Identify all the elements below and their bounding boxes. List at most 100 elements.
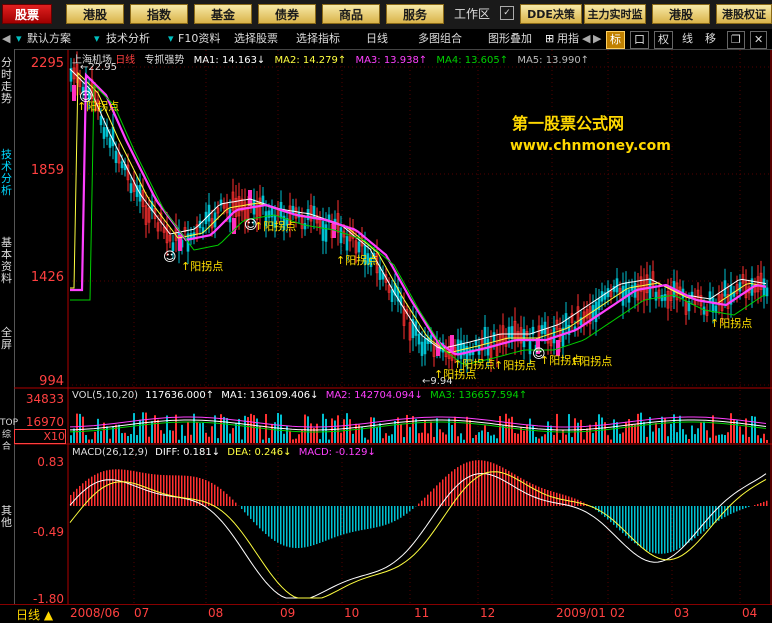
volume-bar	[619, 434, 621, 443]
volume-bar	[652, 432, 654, 443]
macd-bar	[745, 506, 747, 508]
move-icon[interactable]: 移	[705, 31, 716, 47]
macd-bar	[277, 506, 279, 543]
main-force-button[interactable]: 主力实时监	[584, 4, 646, 24]
hk-warrant-button[interactable]: 港股权证	[716, 4, 772, 24]
candle-body	[505, 337, 507, 347]
menu-daily[interactable]: 日线	[366, 31, 388, 47]
macd-axis-label: -0.49	[10, 525, 64, 539]
macd-bar	[379, 506, 381, 527]
volume-bar	[682, 429, 684, 443]
candle-body	[202, 228, 204, 233]
volume-bar	[640, 413, 642, 443]
volume-bar	[655, 423, 657, 443]
service-button[interactable]: 服务	[386, 4, 444, 24]
volume-bar	[541, 436, 543, 443]
candle-body	[205, 212, 207, 224]
macd-bar	[760, 503, 762, 506]
volume-bar	[481, 430, 483, 443]
menu-overlay[interactable]: 图形叠加	[488, 31, 532, 47]
macd-bar	[460, 465, 462, 506]
stock-tab-button[interactable]: 股票	[2, 4, 52, 24]
candle-body	[727, 294, 729, 308]
close-icon[interactable]: ✕	[750, 31, 767, 49]
sidebar-tab-fullscreen[interactable]: 全屏	[0, 327, 13, 351]
volume-bar	[115, 425, 117, 443]
candle-body	[583, 312, 585, 325]
candle-body	[445, 348, 447, 357]
frame-icon[interactable]: 口	[630, 31, 649, 49]
workspace-toggle-icon[interactable]: ✓	[500, 6, 514, 20]
candle-body	[604, 293, 606, 300]
menu-use-indicator[interactable]: 用指	[557, 31, 579, 47]
macd-bar	[421, 501, 423, 506]
volume-bar	[133, 413, 135, 443]
volume-bar	[688, 439, 690, 443]
macd-bar	[175, 475, 177, 506]
fund-button[interactable]: 基金	[194, 4, 252, 24]
volume-bar	[265, 414, 267, 443]
macd-bar	[655, 506, 657, 553]
menu-dropdown-icon[interactable]: ▾	[94, 31, 100, 47]
macd-bar	[181, 476, 183, 506]
volume-bar	[352, 434, 354, 443]
menu-select-indicator[interactable]: 选择指标	[296, 31, 340, 47]
volume-bar	[454, 417, 456, 443]
hk-stock-button-2[interactable]: 港股	[652, 4, 710, 24]
candle-body	[358, 242, 360, 252]
candle-body	[187, 234, 189, 251]
index-button[interactable]: 指数	[130, 4, 188, 24]
restore-icon[interactable]: ❐	[727, 31, 745, 49]
menu-default-scheme[interactable]: 默认方案	[27, 31, 71, 47]
formula-icon[interactable]: ⊞	[545, 31, 554, 47]
menu-right-arrow-icon[interactable]: ▶	[593, 31, 601, 47]
vol-axis-label: 34833	[10, 392, 64, 406]
volume-bar	[175, 415, 177, 443]
mark-icon[interactable]: 标	[606, 31, 625, 49]
bond-button[interactable]: 债券	[258, 4, 316, 24]
volume-bar	[208, 437, 210, 443]
volume-bar	[340, 433, 342, 443]
menu-technical-analysis[interactable]: 技术分析	[106, 31, 150, 47]
macd-bar	[553, 492, 555, 506]
hk-stock-button[interactable]: 港股	[66, 4, 124, 24]
candle-body	[79, 78, 81, 87]
volume-bar	[526, 424, 528, 443]
rights-icon[interactable]: 权	[654, 31, 673, 49]
volume-bar	[631, 424, 633, 443]
menu-multi-chart[interactable]: 多图组合	[418, 31, 462, 47]
menu-select-stock[interactable]: 选择股票	[234, 31, 278, 47]
candle-body	[760, 273, 762, 289]
dde-button[interactable]: DDE决策	[520, 4, 582, 24]
volume-bar	[409, 427, 411, 443]
menu-dropdown-icon[interactable]: ▾	[168, 31, 174, 47]
chart-area[interactable]	[0, 0, 772, 622]
menu-f10[interactable]: F10资料	[178, 31, 220, 47]
macd-bar	[730, 506, 732, 514]
menu-arrow-icon[interactable]: ◀	[2, 31, 10, 47]
candle-body	[694, 296, 696, 304]
candle-body	[325, 225, 327, 242]
period-tab[interactable]: 日线 ▲	[16, 606, 53, 623]
macd-bar	[679, 506, 681, 548]
candle-body	[352, 228, 354, 238]
menu-dropdown-icon[interactable]: ▾	[16, 31, 22, 47]
macd-bar	[85, 481, 87, 506]
workspace-label[interactable]: 工作区	[454, 4, 490, 24]
macd-bar	[115, 469, 117, 506]
macd-bar	[412, 506, 414, 509]
macd-bar	[202, 479, 204, 506]
volume-bar	[577, 423, 579, 443]
candle-body	[262, 196, 264, 206]
volume-bar	[94, 432, 96, 443]
macd-bar	[367, 506, 369, 529]
commodity-button[interactable]: 商品	[322, 4, 380, 24]
candle-body	[394, 283, 396, 295]
macd-bar	[163, 475, 165, 506]
macd-bar	[733, 506, 735, 513]
candle-body	[184, 228, 186, 232]
menu-left-arrow-icon[interactable]: ◀	[582, 31, 590, 47]
line-icon[interactable]: 线	[682, 31, 693, 47]
macd-bar	[454, 469, 456, 506]
ma-line	[70, 75, 766, 355]
